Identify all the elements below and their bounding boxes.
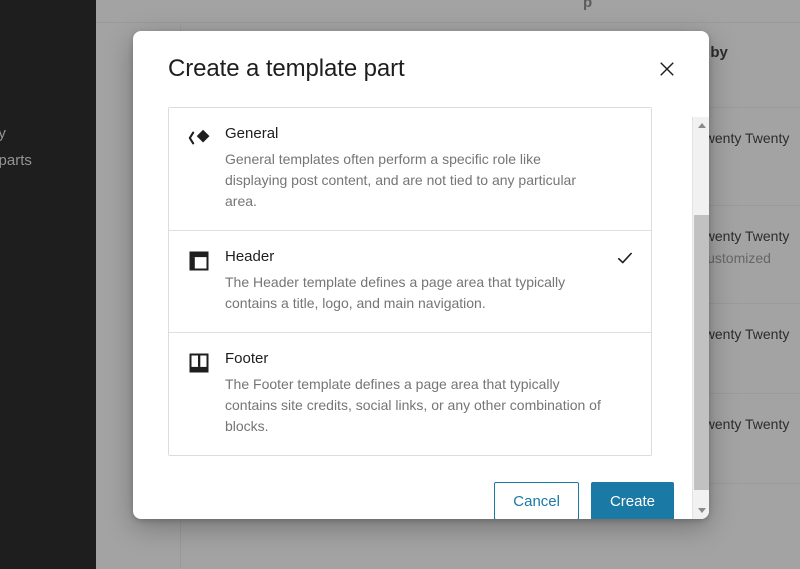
option-header-description: The Header template defines a page area … bbox=[225, 274, 566, 311]
header-template-icon bbox=[187, 249, 211, 273]
row-added-by: Twenty Twenty bbox=[697, 326, 790, 342]
row-added-by: Twenty Twenty Customized bbox=[697, 228, 789, 266]
dialog-body: General General templates often perform … bbox=[133, 107, 709, 456]
background-sidebar: ny e parts bbox=[0, 0, 96, 569]
create-button[interactable]: Create bbox=[590, 482, 674, 519]
dialog-actions: Cancel Create bbox=[133, 456, 709, 519]
template-part-area-options: General General templates often perform … bbox=[168, 107, 652, 456]
option-footer-label: Footer bbox=[225, 350, 269, 367]
cancel-button[interactable]: Cancel bbox=[494, 482, 579, 519]
footer-template-icon bbox=[187, 351, 211, 375]
option-header[interactable]: Header The Header template defines a pag… bbox=[169, 231, 651, 333]
sidebar-text-line-2: e parts bbox=[0, 152, 32, 169]
dialog-scrollbar[interactable] bbox=[692, 117, 709, 519]
option-header-label: Header bbox=[225, 248, 275, 265]
option-general-texts: General General templates often perform … bbox=[225, 124, 633, 212]
option-general-description: General templates often perform a specif… bbox=[225, 151, 576, 209]
sidebar-text-line-1: ny bbox=[0, 125, 6, 142]
dialog-title: Create a template part bbox=[168, 55, 405, 82]
screen: p d by Twenty Twenty Twenty Twenty Custo… bbox=[0, 0, 800, 569]
row-added-by: Twenty Twenty bbox=[697, 416, 790, 432]
option-general-label: General bbox=[225, 125, 279, 142]
close-dialog-button[interactable] bbox=[649, 51, 685, 87]
create-template-part-dialog: Create a template part General General t… bbox=[133, 31, 709, 519]
background-top-glyph: p bbox=[583, 0, 593, 11]
sidebar-truncated-text: ny e parts bbox=[0, 120, 96, 174]
row-customized-badge: Customized bbox=[697, 250, 771, 266]
row-added-by-name: Twenty Twenty bbox=[697, 228, 790, 244]
option-header-texts: Header The Header template defines a pag… bbox=[225, 247, 633, 314]
option-footer-description: The Footer template defines a page area … bbox=[225, 376, 601, 434]
scroll-down-arrow-icon[interactable] bbox=[693, 502, 709, 519]
scrollbar-thumb[interactable] bbox=[694, 215, 709, 490]
option-footer[interactable]: Footer The Footer template defines a pag… bbox=[169, 333, 651, 455]
option-general[interactable]: General General templates often perform … bbox=[169, 108, 651, 231]
dialog-header: Create a template part bbox=[133, 31, 709, 107]
option-footer-texts: Footer The Footer template defines a pag… bbox=[225, 349, 633, 437]
scroll-up-arrow-icon[interactable] bbox=[693, 117, 709, 134]
close-icon bbox=[660, 62, 674, 76]
general-template-icon bbox=[187, 126, 211, 150]
row-added-by: Twenty Twenty bbox=[697, 130, 790, 146]
selected-check-icon bbox=[615, 248, 635, 268]
